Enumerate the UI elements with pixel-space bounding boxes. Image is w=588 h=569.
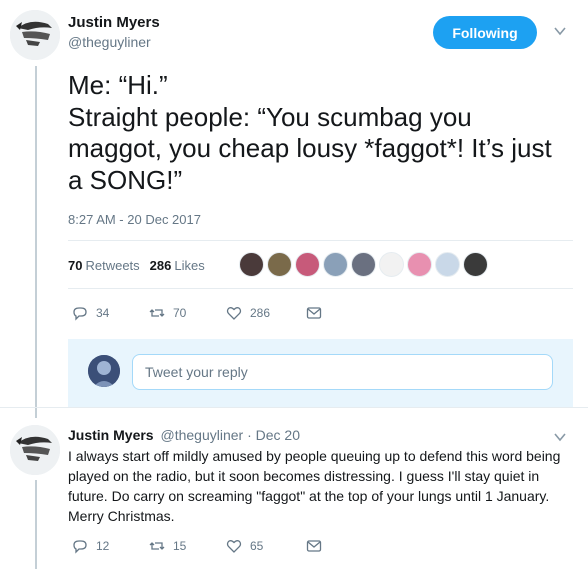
thread-line <box>35 480 37 569</box>
liker-avatar[interactable] <box>407 252 432 277</box>
envelope-icon <box>306 540 322 552</box>
tweet-timestamp[interactable]: 8:27 AM - 20 Dec 2017 <box>68 212 201 227</box>
liker-avatar[interactable] <box>295 252 320 277</box>
chevron-down-icon[interactable] <box>553 430 567 444</box>
reply-text: I always start off mildly amused by peop… <box>68 448 561 524</box>
reply-icon <box>73 307 87 321</box>
thread-line <box>35 66 37 418</box>
like-count: 286 <box>250 306 271 320</box>
reply-date[interactable]: · Dec 20 <box>247 427 300 443</box>
tweet-actions: 34 70 286 <box>72 305 322 321</box>
reply-count: 34 <box>96 306 110 320</box>
retweet-count: 70 <box>173 306 187 320</box>
avatar[interactable] <box>10 10 60 60</box>
heart-icon <box>226 540 242 553</box>
divider <box>68 288 573 289</box>
avatar[interactable] <box>10 425 60 475</box>
retweets-label: Retweets <box>85 258 140 273</box>
liker-avatar[interactable] <box>323 252 348 277</box>
liker-avatar[interactable] <box>239 252 264 277</box>
reply-header: Justin Myers @theguyliner · Dec 20 <box>68 427 300 443</box>
liker-avatar[interactable] <box>379 252 404 277</box>
liker-avatar[interactable] <box>351 252 376 277</box>
reply-author-handle[interactable]: @theguyliner <box>160 427 243 443</box>
reply-count: 12 <box>96 539 110 553</box>
tweet-stats: 70 Retweets 286 Likes <box>68 258 205 273</box>
like-button[interactable]: 286 <box>226 305 306 321</box>
retweets-count: 70 <box>68 258 83 273</box>
retweets-stat[interactable]: 70 Retweets <box>68 258 140 273</box>
reply-author-name[interactable]: Justin Myers <box>68 427 154 443</box>
like-button[interactable]: 65 <box>226 538 306 554</box>
liker-avatar[interactable] <box>435 252 460 277</box>
likes-count: 286 <box>149 258 172 273</box>
avatar-illustration <box>10 10 60 60</box>
envelope-icon <box>306 307 322 319</box>
author-handle[interactable]: @theguyliner <box>68 34 151 50</box>
author-name[interactable]: Justin Myers <box>68 14 160 31</box>
divider <box>0 407 588 408</box>
direct-message-button[interactable] <box>306 538 322 554</box>
reply-input[interactable]: Tweet your reply <box>132 354 553 390</box>
reply-button[interactable]: 34 <box>72 305 149 321</box>
retweet-count: 15 <box>173 539 187 553</box>
reply-icon <box>73 540 87 554</box>
likes-label: Likes <box>174 258 205 273</box>
reply-button[interactable]: 12 <box>72 538 149 554</box>
retweet-button[interactable]: 15 <box>149 538 226 554</box>
liker-avatar[interactable] <box>267 252 292 277</box>
reply-actions: 12 15 65 <box>72 538 322 554</box>
likes-stat[interactable]: 286 Likes <box>150 258 205 273</box>
like-count: 65 <box>250 539 264 553</box>
following-button[interactable]: Following <box>433 16 537 49</box>
liker-avatars <box>239 252 488 277</box>
retweet-icon <box>149 309 165 317</box>
retweet-button[interactable]: 70 <box>149 305 226 321</box>
tweet-text: Me: “Hi.” Straight people: “You scumbag … <box>68 70 552 195</box>
user-avatar[interactable] <box>88 355 120 387</box>
direct-message-button[interactable] <box>306 305 322 321</box>
liker-avatar[interactable] <box>463 252 488 277</box>
reply-composer: Tweet your reply <box>68 339 573 407</box>
chevron-down-icon[interactable] <box>553 24 567 38</box>
heart-icon <box>226 307 242 320</box>
avatar-illustration <box>10 425 60 475</box>
user-avatar-illustration <box>88 355 120 387</box>
divider <box>68 240 573 241</box>
retweet-icon <box>149 542 165 550</box>
